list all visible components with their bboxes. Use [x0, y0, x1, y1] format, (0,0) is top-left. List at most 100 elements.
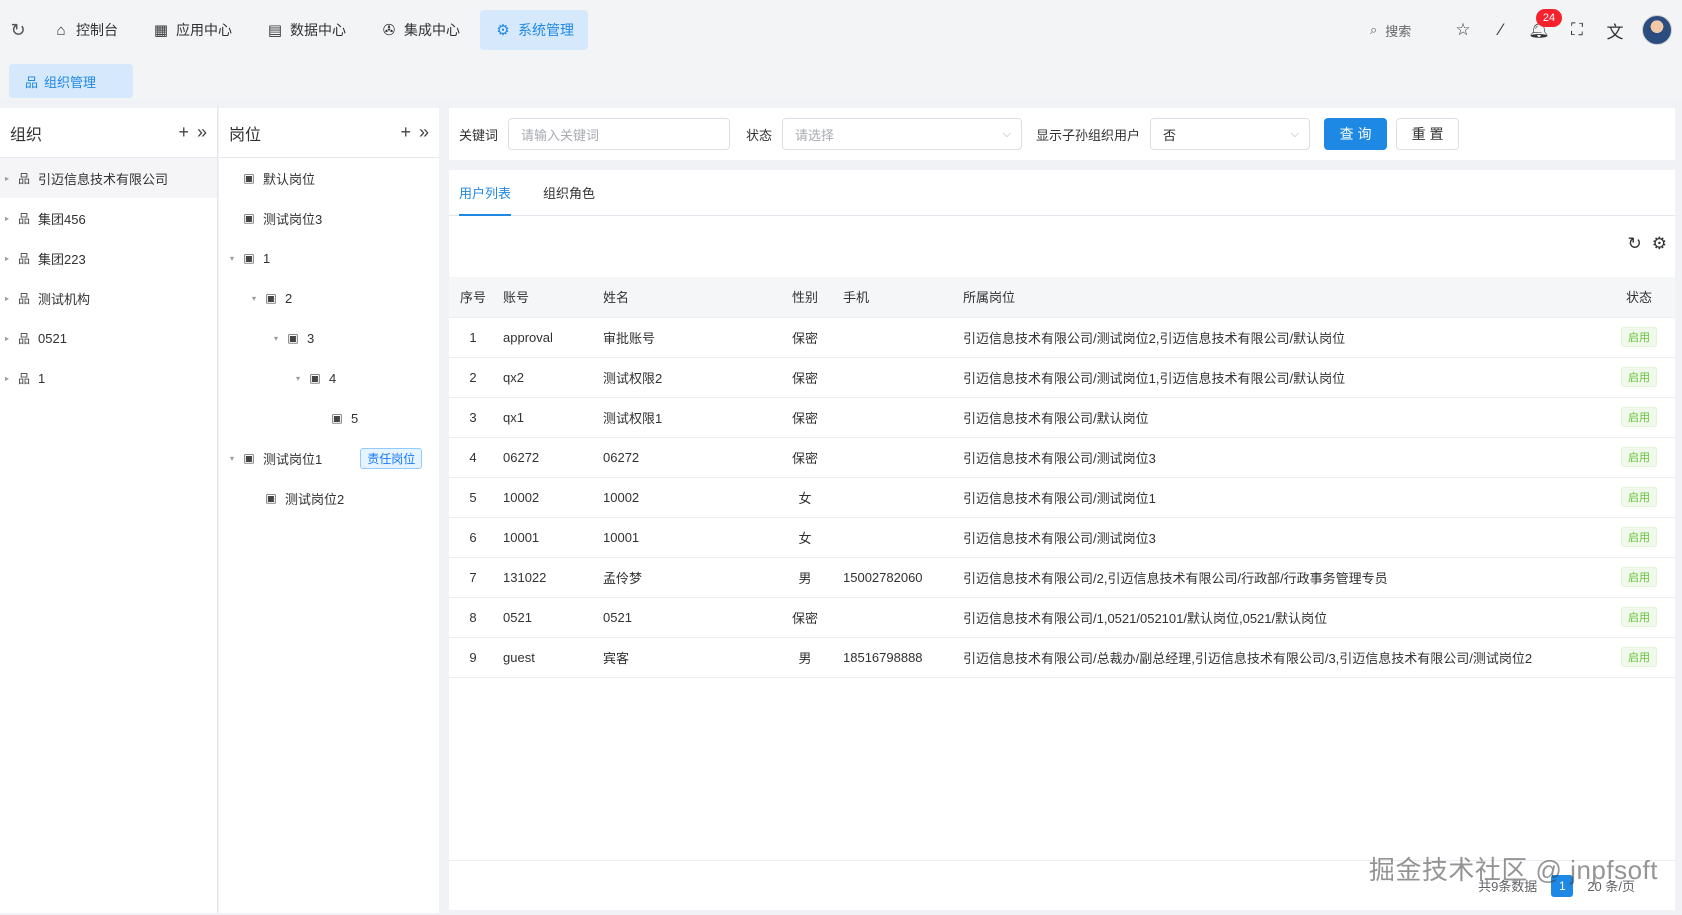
caret-down-icon[interactable]: ▾: [225, 254, 239, 263]
caret-right-icon[interactable]: ▸: [0, 254, 14, 263]
nav-item-integration-center[interactable]: ✇ 集成中心: [366, 10, 474, 50]
table-row[interactable]: 2 qx2 测试权限2 保密 引迈信息技术有限公司/测试岗位1,引迈信息技术有限公司/默…: [449, 357, 1675, 398]
position-tree-item[interactable]: ▾ ▣ 4: [219, 358, 439, 398]
table-cell: 18516798888: [837, 637, 957, 678]
position-tree-item[interactable]: ▾ ▣ 1: [219, 238, 439, 278]
fullscreen-icon[interactable]: ⛶: [1560, 13, 1594, 47]
sub-org-label: 显示子孙组织用户: [1036, 127, 1141, 143]
collapse-icon[interactable]: »: [197, 122, 207, 143]
nav-item-label: 应用中心: [176, 22, 232, 38]
table-cell: 9: [449, 637, 497, 678]
position-tree-item[interactable]: ▾ ▣ 3: [219, 318, 439, 358]
org-tree-item[interactable]: ▸ 品集团456: [0, 198, 217, 238]
settings-icon[interactable]: ⚙: [1652, 234, 1667, 254]
sub-org-select[interactable]: 否 ⌵: [1150, 118, 1311, 150]
table-row[interactable]: 7 131022 孟伶梦男 15002782060 引迈信息技术有限公司/2,引迈信息技…: [449, 557, 1675, 598]
tab-user-list[interactable]: 用户列表: [459, 169, 512, 216]
translate-icon[interactable]: 文: [1598, 13, 1632, 47]
org-tree-item-label: 集团456: [38, 211, 86, 227]
status-cell: 启用: [1603, 557, 1675, 598]
position-tree-item[interactable]: ▾ ▣ 2: [219, 278, 439, 318]
table-cell: 5: [449, 477, 497, 518]
status-badge: 启用: [1621, 487, 1657, 507]
keyword-input[interactable]: 请输入关键词: [508, 118, 731, 150]
caret-right-icon[interactable]: ▸: [0, 334, 14, 343]
position-tree-item[interactable]: ▣ 5: [219, 398, 439, 438]
table-row[interactable]: 6 10001 10001 女引迈信息技术有限公司/测试岗位3 启用: [449, 517, 1675, 558]
table-cell: 引迈信息技术有限公司/总裁办/副总经理,引迈信息技术有限公司/3,引迈信息技术有…: [957, 637, 1603, 678]
table-cell: qx1: [497, 397, 597, 438]
table-row[interactable]: 9 guest 宾客男 18516798888 引迈信息技术有限公司/总裁办/副总经理,…: [449, 637, 1675, 678]
nav-item-app-center[interactable]: ▦ 应用中心: [138, 10, 246, 50]
status-cell: 启用: [1603, 317, 1675, 358]
table-cell: approval: [497, 317, 597, 358]
table-row[interactable]: 1 approval 审批账号 保密 引迈信息技术有限公司/测试岗位2,引迈信息技术有限…: [449, 317, 1675, 358]
refresh-icon[interactable]: ↻: [4, 16, 32, 44]
table-cell: 2: [449, 357, 497, 398]
page-number[interactable]: 1: [1551, 874, 1574, 897]
page-size-select[interactable]: 20 条/页: [1587, 876, 1635, 895]
collapse-icon[interactable]: »: [419, 122, 429, 143]
status-cell: 启用: [1603, 437, 1675, 478]
column-header: 手机: [837, 277, 957, 318]
org-tree-item[interactable]: ▸ 品测试机构: [0, 278, 217, 318]
position-tree-item[interactable]: ▾ ▣ 测试岗位1 责任岗位: [219, 438, 439, 478]
status-select[interactable]: 请选择 ⌵: [782, 118, 1023, 150]
caret-down-icon[interactable]: ▾: [247, 294, 261, 303]
org-tree-item[interactable]: ▸ 品 1: [0, 358, 217, 398]
table-cell: 131022: [497, 557, 597, 598]
star-icon[interactable]: ☆: [1446, 13, 1480, 47]
caret-right-icon[interactable]: ▸: [0, 174, 14, 183]
status-cell: 启用: [1603, 397, 1675, 438]
caret-down-icon[interactable]: ▾: [269, 334, 283, 343]
table-cell: 引迈信息技术有限公司/测试岗位3: [957, 517, 1603, 558]
position-tree-item[interactable]: ▣ 测试岗位3: [219, 198, 439, 238]
nav-item-data-center[interactable]: ▤ 数据中心: [252, 10, 360, 50]
nav-item-system-management[interactable]: ⚙ 系统管理: [480, 10, 588, 50]
org-tree-item[interactable]: ▸ 品引迈信息技术有限公司: [0, 158, 217, 198]
avatar[interactable]: [1642, 15, 1672, 45]
position-tree-item-label: 4: [329, 370, 337, 386]
org-tree-item-label: 0521: [38, 330, 67, 346]
table-cell: 男: [773, 637, 837, 678]
table-row[interactable]: 8 0521 0521 保密 引迈信息技术有限公司/1,0521/052101/默认岗位…: [449, 597, 1675, 638]
table-row[interactable]: 3 qx1 测试权限1 保密 引迈信息技术有限公司/默认岗位 启用: [449, 397, 1675, 438]
user-list-card: 用户列表 组织角色 ↻ ⚙ 序号 账号 姓名 性别 手机 所属岗位 状态 1 ap…: [449, 170, 1675, 910]
table-cell: 06272: [497, 437, 597, 478]
position-tree-item-label: 1: [263, 250, 271, 266]
caret-down-icon[interactable]: ▾: [225, 454, 239, 463]
bell-icon[interactable]: 🔔︎ 24: [1522, 9, 1562, 47]
search-icon: ⌕: [1370, 22, 1378, 37]
org-tree-item[interactable]: ▸ 品集团223: [0, 238, 217, 278]
table-cell: 4: [449, 437, 497, 478]
global-search[interactable]: ⌕ 搜索: [1360, 13, 1442, 47]
magic-wand-icon[interactable]: ⁄: [1484, 13, 1518, 47]
refresh-icon[interactable]: ↻: [1628, 234, 1642, 254]
reset-button[interactable]: 重 置: [1396, 118, 1460, 150]
table-row[interactable]: 4 06272 06272 保密 引迈信息技术有限公司/测试岗位3 启用: [449, 437, 1675, 478]
query-button[interactable]: 查 询: [1324, 118, 1388, 150]
caret-right-icon[interactable]: ▸: [0, 374, 14, 383]
chevron-down-icon: ⌵: [1002, 127, 1012, 140]
table-row[interactable]: 5 10002 10002 女引迈信息技术有限公司/测试岗位1 启用: [449, 477, 1675, 518]
id-card-icon: ▣: [265, 491, 277, 505]
nav-item-console[interactable]: ⌂ 控制台: [38, 10, 132, 50]
org-tree-item[interactable]: ▸ 品 0521: [0, 318, 217, 358]
gear-icon: ⚙: [496, 22, 510, 39]
position-tree-item[interactable]: ▣ 默认岗位: [219, 158, 439, 198]
home-icon: ⌂: [56, 21, 66, 39]
tab-org-roles[interactable]: 组织角色: [543, 169, 595, 215]
plus-icon[interactable]: +: [400, 122, 411, 143]
status-badge: 启用: [1621, 607, 1657, 627]
plus-icon[interactable]: +: [178, 122, 189, 143]
status-badge: 启用: [1621, 647, 1657, 667]
id-card-icon: ▣: [243, 451, 255, 465]
page-tab-org-management[interactable]: 品 组织管理: [9, 64, 133, 98]
caret-right-icon[interactable]: ▸: [0, 294, 14, 303]
position-tree-item[interactable]: ▣ 测试岗位2: [219, 478, 439, 518]
org-tree-icon: 品: [17, 251, 30, 266]
caret-down-icon[interactable]: ▾: [291, 374, 305, 383]
table-cell: 保密: [773, 357, 837, 398]
caret-right-icon[interactable]: ▸: [0, 214, 14, 223]
position-tree-item-label: 测试岗位1: [263, 451, 323, 467]
